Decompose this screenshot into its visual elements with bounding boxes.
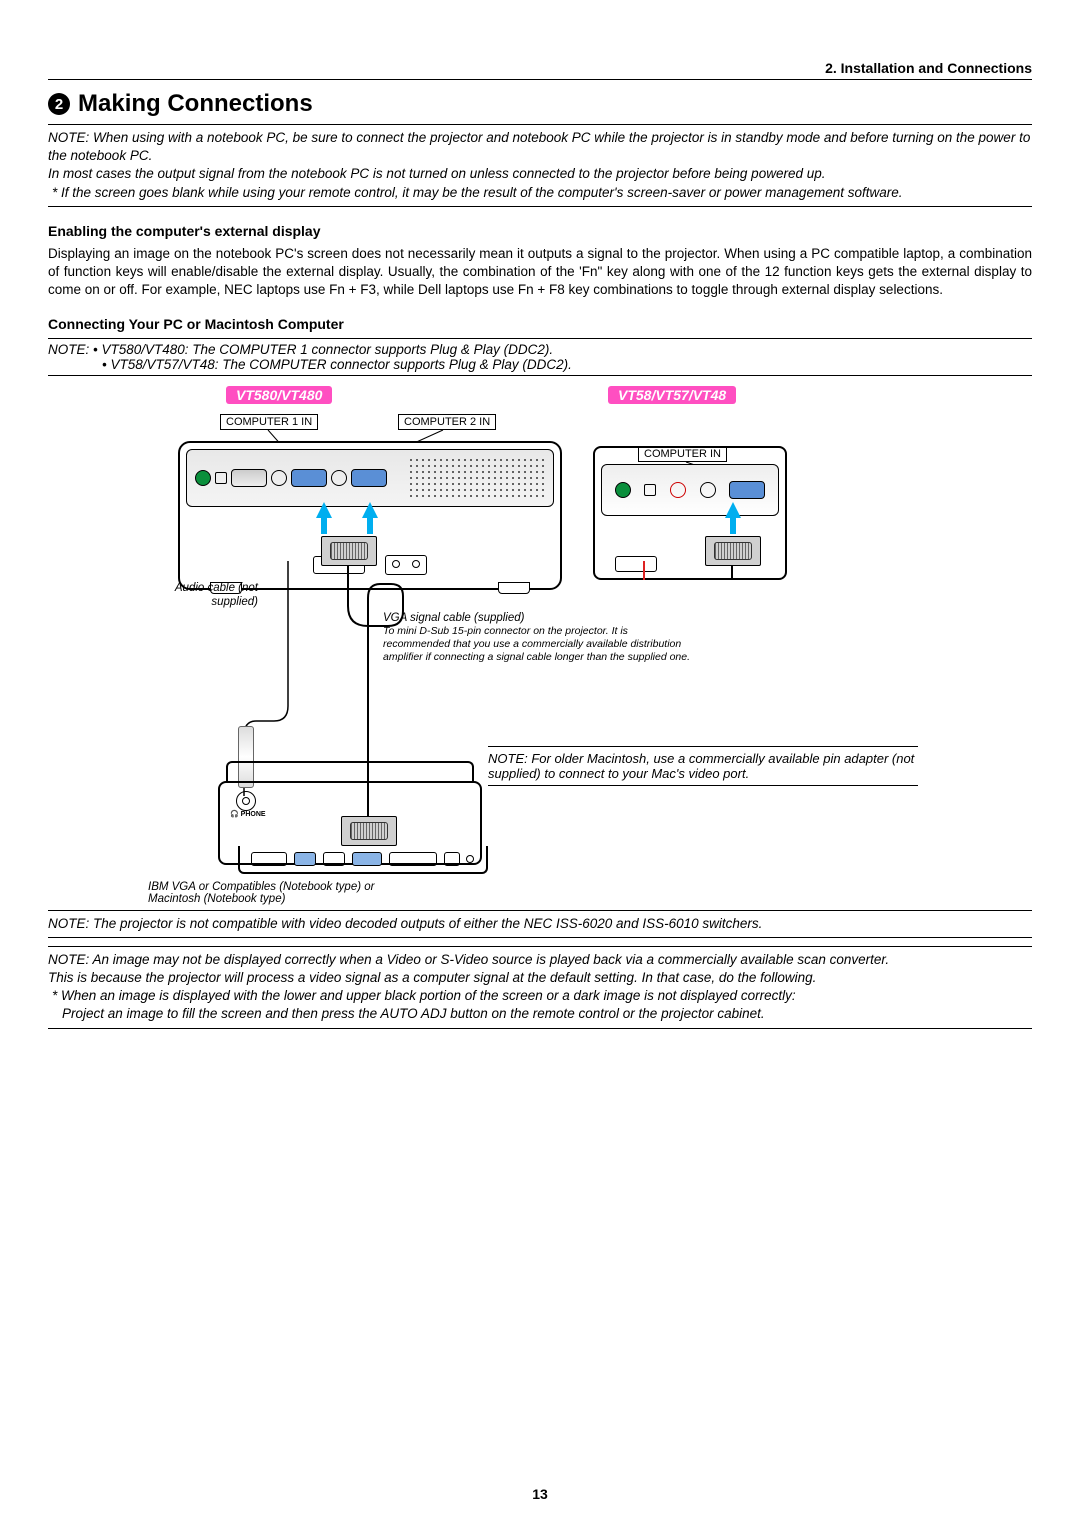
vga-connector-icon bbox=[705, 536, 761, 566]
arrow-up-icon bbox=[362, 502, 378, 534]
caption-audio-cable: Audio cable (not supplied) bbox=[148, 581, 258, 610]
note1-bullet: * If the screen goes blank while using y… bbox=[48, 184, 1032, 202]
label-computer1-in: COMPUTER 1 IN bbox=[220, 414, 318, 430]
note-scan-converter: NOTE: An image may not be displayed corr… bbox=[48, 946, 1032, 1029]
label-computer2-in: COMPUTER 2 IN bbox=[398, 414, 496, 430]
note3-bullet1: * When an image is displayed with the lo… bbox=[48, 987, 1032, 1005]
subheading-connecting: Connecting Your PC or Macintosh Computer bbox=[48, 316, 1032, 332]
section-title: Making Connections bbox=[78, 90, 313, 118]
page-number: 13 bbox=[0, 1486, 1080, 1502]
vga-connector-icon bbox=[321, 536, 377, 566]
note1-line2: In most cases the output signal from the… bbox=[48, 165, 1032, 183]
note3-line1: NOTE: An image may not be displayed corr… bbox=[48, 951, 1032, 969]
note-mac-adapter: NOTE: For older Macintosh, use a commerc… bbox=[488, 746, 918, 786]
enabling-body: Displaying an image on the notebook PC's… bbox=[48, 245, 1032, 300]
chapter-header: 2. Installation and Connections bbox=[48, 60, 1032, 80]
connection-diagram: VT580/VT480 VT58/VT57/VT48 COMPUTER 1 IN… bbox=[48, 386, 1032, 896]
caption-vga: VGA signal cable (supplied) To mini D-Su… bbox=[383, 611, 693, 665]
section-heading: 2 Making Connections bbox=[48, 90, 1032, 118]
arrow-up-icon bbox=[316, 502, 332, 534]
arrow-up-icon bbox=[725, 502, 741, 534]
ddc-note-a: NOTE: • VT580/VT480: The COMPUTER 1 conn… bbox=[48, 342, 1032, 357]
subheading-enabling: Enabling the computer's external display bbox=[48, 223, 1032, 239]
badge-vt580: VT580/VT480 bbox=[226, 386, 332, 404]
note3-bullet2: Project an image to fill the screen and … bbox=[48, 1005, 1032, 1023]
laptop-ports bbox=[238, 846, 488, 874]
note1-line1: NOTE: When using with a notebook PC, be … bbox=[48, 129, 1032, 165]
section-number-icon: 2 bbox=[48, 93, 70, 115]
note-block-1: NOTE: When using with a notebook PC, be … bbox=[48, 124, 1032, 207]
ddc-note-b: • VT58/VT57/VT48: The COMPUTER connector… bbox=[48, 357, 1032, 372]
caption-ibm: IBM VGA or Compatibles (Notebook type) o… bbox=[148, 881, 388, 905]
laptop-lid bbox=[226, 761, 474, 783]
note-iss: NOTE: The projector is not compatible wi… bbox=[48, 910, 1032, 938]
badge-vt58: VT58/VT57/VT48 bbox=[608, 386, 736, 404]
note3-line2: This is because the projector will proce… bbox=[48, 969, 1032, 987]
